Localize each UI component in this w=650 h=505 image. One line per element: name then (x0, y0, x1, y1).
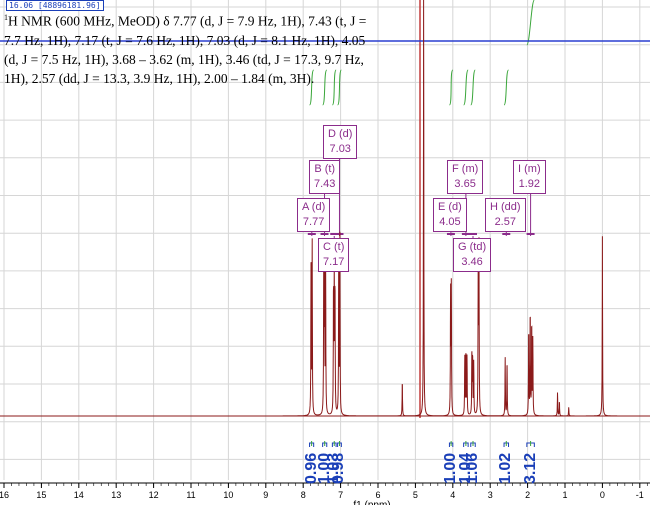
multiplet-label-d[interactable]: D (d) 7.03 (323, 125, 358, 159)
x-tick-label: 4 (450, 490, 455, 500)
multiplet-label-b[interactable]: B (t) 7.43 (309, 160, 341, 194)
multiplet-shift: 2.57 (494, 216, 516, 228)
multiplet-label-i[interactable]: I (m) 1.92 (513, 160, 546, 194)
x-tick-label: 15 (36, 490, 46, 500)
multiplet-id: D (d) (328, 128, 353, 140)
integral-value: 1.06 (463, 452, 481, 484)
nmr-description: 1H NMR (600 MHz, MeOD) δ 7.77 (d, J = 7.… (4, 8, 376, 88)
multiplet-id: A (d) (302, 201, 326, 213)
multiplet-shift: 4.05 (439, 216, 461, 228)
x-tick-label: -1 (636, 490, 644, 500)
multiplet-id: H (dd) (490, 201, 521, 213)
integral-value: 0.98 (330, 452, 348, 484)
multiplet-shift: 1.92 (518, 178, 541, 190)
x-tick-label: 7 (338, 490, 343, 500)
multiplet-shift: 3.65 (454, 178, 476, 190)
x-tick-label: 14 (74, 490, 84, 500)
multiplet-shift: 7.17 (323, 256, 345, 268)
x-tick-label: 6 (375, 490, 380, 500)
x-tick-label: 2 (525, 490, 530, 500)
x-axis-label: f1 (ppm) (353, 500, 390, 505)
multiplet-label-c[interactable]: C (t) 7.17 (318, 238, 350, 272)
multiplet-label-e[interactable]: E (d) 4.05 (433, 198, 467, 232)
multiplet-label-a[interactable]: A (d) 7.77 (297, 198, 331, 232)
x-tick-label: 13 (111, 490, 121, 500)
multiplet-id: E (d) (438, 201, 462, 213)
description-text: H NMR (600 MHz, MeOD) δ 7.77 (d, J = 7.9… (4, 13, 367, 86)
x-tick-label: 9 (263, 490, 268, 500)
x-tick-label: 16 (0, 490, 9, 500)
multiplet-id: F (m) (452, 163, 479, 175)
multiplet-label-h[interactable]: H (dd) 2.57 (485, 198, 526, 232)
x-tick-label: 3 (488, 490, 493, 500)
multiplet-shift: 7.03 (329, 143, 351, 155)
multiplet-id: B (t) (314, 163, 336, 175)
multiplet-id: C (t) (323, 241, 345, 253)
x-tick-label: 10 (223, 490, 233, 500)
multiplet-id: I (m) (518, 163, 541, 175)
x-tick-label: 11 (186, 490, 195, 500)
x-tick-label: 12 (149, 490, 159, 500)
integral-brackets (309, 441, 535, 447)
integral-curve (463, 69, 469, 106)
multiplet-id: G (td) (458, 241, 487, 253)
integral-curve (470, 69, 476, 106)
integral-curve (448, 69, 454, 106)
x-tick-label: 5 (413, 490, 418, 500)
x-tick-label: 0 (600, 490, 605, 500)
x-tick-label: 8 (301, 490, 306, 500)
x-axis: 161514131211109876543210-1f1 (ppm) (0, 482, 650, 505)
integral-curve (503, 69, 510, 106)
integral-value: 1.02 (497, 452, 515, 484)
multiplet-label-g[interactable]: G (td) 3.46 (453, 238, 492, 272)
x-tick-label: 1 (562, 490, 567, 500)
multiplet-shift: 3.46 (461, 256, 483, 268)
multiplet-shift: 7.43 (314, 178, 336, 190)
multiplet-label-f[interactable]: F (m) 3.65 (447, 160, 484, 194)
integral-value: 3.12 (521, 452, 539, 484)
multiplet-shift: 7.77 (302, 216, 325, 228)
